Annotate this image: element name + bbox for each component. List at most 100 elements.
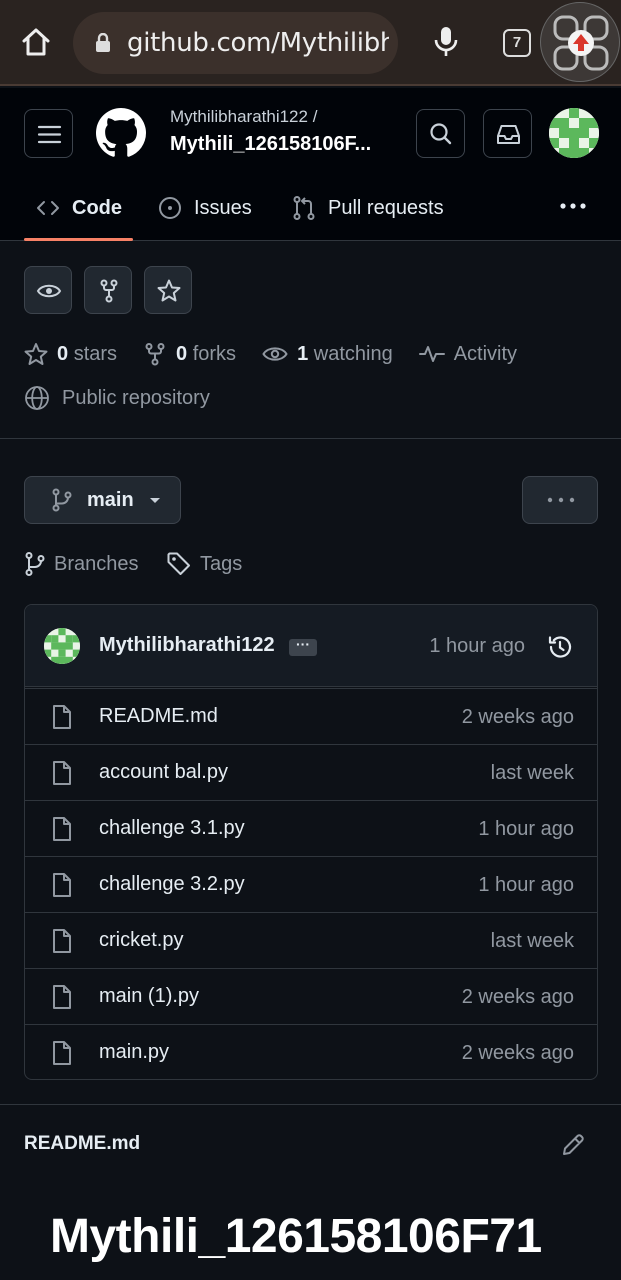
microphone-icon[interactable] bbox=[432, 24, 460, 60]
file-name[interactable]: challenge 3.1.py bbox=[99, 817, 245, 840]
file-row[interactable]: challenge 3.1.py 1 hour ago bbox=[25, 800, 597, 856]
branch-icon bbox=[25, 552, 45, 576]
visibility-label: Public repository bbox=[62, 386, 210, 409]
inbox-icon bbox=[497, 125, 520, 144]
file-updated-time: 2 weeks ago bbox=[461, 986, 574, 1008]
search-button[interactable] bbox=[416, 109, 465, 158]
file-row[interactable]: challenge 3.2.py 1 hour ago bbox=[25, 856, 597, 912]
branch-icon bbox=[52, 488, 72, 512]
activity-link[interactable]: Activity bbox=[418, 342, 518, 366]
file-name[interactable]: account bal.py bbox=[99, 761, 228, 784]
readme-heading: Mythili_126158106F71 bbox=[50, 1210, 542, 1263]
latest-commit-bar: Mythilibharathi122 ··· 1 hour ago bbox=[25, 605, 597, 687]
file-icon bbox=[51, 1040, 73, 1066]
file-name[interactable]: README.md bbox=[99, 705, 218, 728]
tags-link[interactable]: Tags bbox=[166, 550, 242, 578]
tab-issues[interactable]: Issues bbox=[158, 191, 252, 225]
repo-name-link[interactable]: Mythili_126158106F... bbox=[170, 133, 385, 156]
caret-down-icon bbox=[149, 498, 160, 503]
file-updated-time: last week bbox=[490, 762, 574, 784]
lock-icon[interactable] bbox=[95, 33, 111, 53]
code-icon bbox=[37, 201, 59, 215]
eye-icon bbox=[36, 284, 62, 298]
file-name[interactable]: cricket.py bbox=[99, 929, 183, 952]
address-bar[interactable]: github.com/Mythilibh bbox=[73, 12, 398, 74]
history-icon[interactable] bbox=[546, 633, 574, 661]
browser-toolbar: github.com/Mythilibh 7 bbox=[0, 0, 621, 86]
forks-count: 0 bbox=[176, 342, 188, 365]
code-more-button[interactable] bbox=[522, 476, 598, 524]
more-options-icon[interactable] bbox=[558, 196, 588, 216]
branches-link[interactable]: Branches bbox=[24, 550, 139, 578]
visibility-info: Public repository bbox=[24, 384, 210, 412]
file-icon bbox=[51, 704, 73, 730]
home-icon[interactable] bbox=[18, 24, 54, 60]
repo-stats: 0 stars 0 forks 1 watching Activity bbox=[24, 340, 543, 368]
file-row[interactable]: main (1).py 2 weeks ago bbox=[25, 968, 597, 1024]
commit-author-avatar[interactable] bbox=[44, 628, 80, 664]
inbox-button[interactable] bbox=[483, 109, 532, 158]
tab-switcher-button[interactable]: 7 bbox=[503, 29, 531, 57]
divider bbox=[0, 1104, 621, 1105]
globe-icon bbox=[25, 386, 49, 410]
commit-author-name[interactable]: Mythilibharathi122 bbox=[99, 634, 275, 657]
more-options-icon bbox=[547, 497, 575, 503]
file-browser: Mythilibharathi122 ··· 1 hour ago README… bbox=[24, 604, 598, 1080]
watching-stat[interactable]: 1 watching bbox=[262, 342, 393, 366]
menu-button[interactable] bbox=[24, 109, 73, 158]
star-button[interactable] bbox=[144, 266, 192, 314]
branches-label: Branches bbox=[54, 552, 139, 575]
tab-code-label: Code bbox=[72, 196, 122, 219]
tab-code[interactable]: Code bbox=[36, 191, 122, 225]
search-icon bbox=[430, 123, 452, 145]
user-avatar[interactable] bbox=[549, 108, 599, 158]
activity-label: Activity bbox=[453, 342, 518, 365]
watching-count: 1 bbox=[297, 342, 309, 365]
eye-icon bbox=[262, 347, 288, 361]
url-text[interactable]: github.com/Mythilibh bbox=[127, 28, 389, 58]
active-tab-indicator bbox=[24, 238, 133, 241]
file-name[interactable]: challenge 3.2.py bbox=[99, 873, 245, 896]
pulse-icon bbox=[418, 346, 445, 362]
forks-label: forks bbox=[192, 342, 237, 365]
watching-label: watching bbox=[313, 342, 393, 365]
owner-link[interactable]: Mythilibharathi122 / bbox=[170, 107, 317, 127]
github-header: Mythilibharathi122 / Mythili_126158106F.… bbox=[0, 88, 621, 241]
star-icon bbox=[24, 343, 48, 365]
fork-icon bbox=[145, 343, 165, 366]
pencil-icon[interactable] bbox=[560, 1132, 586, 1158]
stars-label: stars bbox=[73, 342, 118, 365]
file-row[interactable]: account bal.py last week bbox=[25, 744, 597, 800]
readme-file-label[interactable]: README.md bbox=[24, 1133, 140, 1155]
fork-button[interactable] bbox=[84, 266, 132, 314]
tag-icon bbox=[167, 552, 190, 575]
file-updated-time: last week bbox=[490, 930, 574, 952]
tab-pull-requests-label: Pull requests bbox=[328, 196, 444, 219]
divider bbox=[0, 438, 621, 439]
tab-issues-label: Issues bbox=[194, 196, 252, 219]
stars-stat[interactable]: 0 stars bbox=[24, 342, 117, 366]
stars-count: 0 bbox=[57, 342, 69, 365]
file-row[interactable]: main.py 2 weeks ago bbox=[25, 1024, 597, 1079]
file-updated-time: 1 hour ago bbox=[478, 818, 574, 840]
star-icon bbox=[157, 279, 181, 302]
file-updated-time: 1 hour ago bbox=[478, 874, 574, 896]
tab-pull-requests[interactable]: Pull requests bbox=[292, 191, 444, 225]
file-name[interactable]: main (1).py bbox=[99, 985, 199, 1008]
extension-icon[interactable] bbox=[540, 2, 620, 82]
file-name[interactable]: main.py bbox=[99, 1041, 169, 1064]
commit-message-toggle[interactable]: ··· bbox=[289, 637, 317, 656]
github-logo-icon[interactable] bbox=[96, 108, 146, 158]
issue-icon bbox=[159, 197, 181, 219]
branch-name: main bbox=[87, 488, 134, 511]
file-updated-time: 2 weeks ago bbox=[461, 1042, 574, 1064]
forks-stat[interactable]: 0 forks bbox=[143, 342, 236, 366]
file-row[interactable]: cricket.py last week bbox=[25, 912, 597, 968]
file-icon bbox=[51, 872, 73, 898]
tags-label: Tags bbox=[200, 552, 243, 575]
branch-selector-button[interactable]: main bbox=[24, 476, 181, 524]
file-icon bbox=[51, 984, 73, 1010]
watch-button[interactable] bbox=[24, 266, 72, 314]
file-row[interactable]: README.md 2 weeks ago bbox=[25, 688, 597, 744]
commit-time[interactable]: 1 hour ago bbox=[429, 635, 525, 658]
